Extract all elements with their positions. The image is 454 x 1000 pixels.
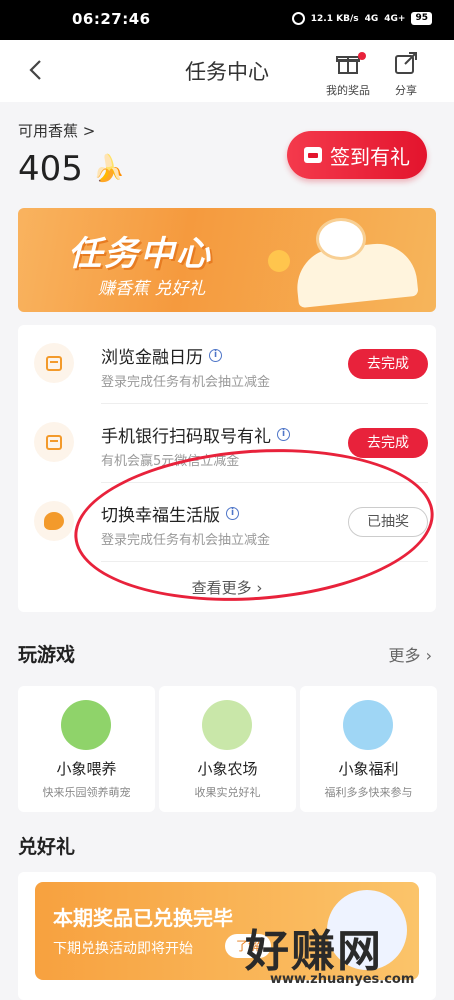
calendar-icon: [34, 422, 74, 462]
battery-icon: 95: [411, 12, 432, 25]
welfare-avatar-icon: [343, 700, 393, 750]
calendar-icon: [34, 343, 74, 383]
share-icon: [395, 52, 417, 74]
checkin-button[interactable]: 签到有礼: [287, 131, 427, 179]
gift-sub: 下期兑换活动即将开始: [53, 941, 193, 957]
game-card[interactable]: 小象喂养 快来乐园领养萌宠: [18, 686, 155, 812]
game-name: 小象福利: [338, 760, 399, 778]
palette-icon: [34, 501, 74, 541]
task-item: 浏览金融日历 i 登录完成任务有机会抽立减金 去完成: [18, 325, 436, 403]
task-title: 手机银行扫码取号有礼 i: [101, 422, 290, 447]
banana-balance-label: 可用香蕉 >: [18, 122, 96, 140]
net-speed: 12.1 KB/s: [310, 13, 359, 24]
farm-avatar-icon: [202, 700, 252, 750]
info-icon[interactable]: i: [277, 428, 290, 441]
game-card[interactable]: 小象农场 收果实兑好礼: [159, 686, 296, 812]
calendar-icon: [304, 147, 322, 163]
share-button[interactable]: 分享: [378, 50, 434, 98]
gift-headline: 本期奖品已兑换完毕: [53, 906, 233, 930]
alarm-icon: [291, 12, 305, 25]
games-section-title: 玩游戏: [18, 644, 76, 666]
banana-count: 405 🍌: [18, 149, 126, 189]
task-desc: 登录完成任务有机会抽立减金: [101, 375, 271, 390]
status-icons: 12.1 KB/s 4G 4G+ 95: [291, 12, 432, 25]
game-desc: 快来乐园领养萌宠: [42, 786, 131, 799]
banner-subline: 赚香蕉 兑好礼: [98, 279, 206, 299]
watermark-url: www.zhuanyes.com: [270, 972, 415, 987]
my-prizes-label: 我的奖品: [326, 84, 370, 97]
task-action-button[interactable]: 去完成: [348, 349, 428, 379]
share-label: 分享: [395, 84, 417, 97]
gifts-section-title: 兑好礼: [18, 836, 76, 858]
task-action-button[interactable]: 去完成: [348, 428, 428, 458]
checkin-label: 签到有礼: [330, 144, 410, 169]
banana-balance[interactable]: 可用香蕉 > 405 🍌: [18, 120, 125, 189]
banana-icon: 🍌: [92, 154, 126, 184]
orange-illustration: [268, 250, 290, 272]
robot-illustration: [316, 218, 366, 260]
notification-dot: [358, 52, 366, 60]
top-bar: 任务中心 我的奖品 分享: [0, 40, 454, 102]
status-bar: 06:27:46 12.1 KB/s 4G 4G+ 95: [0, 0, 454, 40]
game-desc: 福利多多快来参与: [324, 786, 413, 799]
game-name: 小象农场: [197, 760, 258, 778]
network-4g-plus: 4G+: [384, 13, 406, 24]
game-card[interactable]: 小象福利 福利多多快来参与: [300, 686, 437, 812]
watermark: 好赚网: [245, 926, 383, 977]
my-prizes-button[interactable]: 我的奖品: [320, 50, 376, 98]
status-time: 06:27:46: [72, 10, 151, 28]
gift-icon: [336, 56, 360, 74]
network-4g: 4G: [364, 13, 379, 24]
task-center-banner[interactable]: 任务中心 赚香蕉 兑好礼: [18, 208, 436, 312]
games-more-link[interactable]: 更多 ›: [389, 642, 433, 666]
task-title: 浏览金融日历 i: [101, 343, 222, 368]
game-desc: 收果实兑好礼: [194, 786, 261, 799]
info-icon[interactable]: i: [209, 349, 222, 362]
elephant-avatar-icon: [61, 700, 111, 750]
banner-headline: 任务中心: [68, 234, 212, 274]
game-name: 小象喂养: [56, 760, 117, 778]
